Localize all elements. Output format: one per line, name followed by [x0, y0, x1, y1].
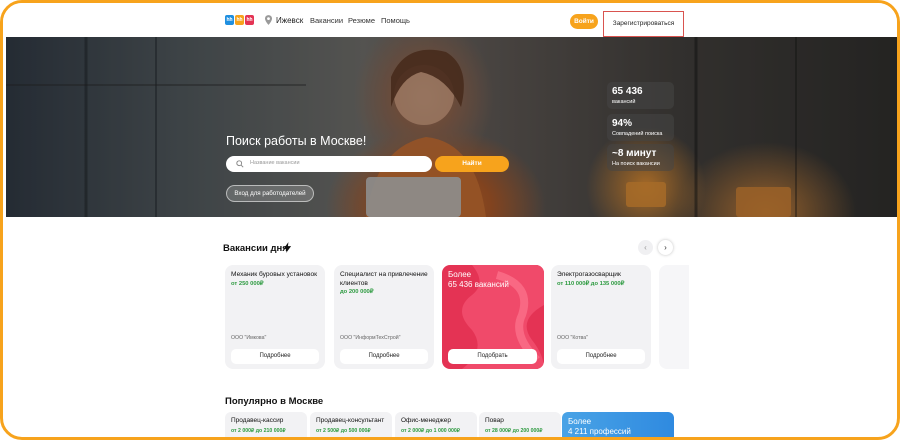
hero-overlay — [6, 37, 897, 217]
popular-item[interactable]: Повар от 28 000₽ до 200 000₽ — [479, 412, 561, 437]
hero-title: Поиск работы в Москве! — [226, 134, 367, 148]
search-icon — [236, 160, 244, 168]
vacancies-promo-card[interactable]: Более 65 436 вакансий Подобрать — [442, 265, 544, 369]
vacancy-details-button[interactable]: Подробнее — [231, 349, 319, 364]
vacancy-salary: до 200 000₽ — [340, 289, 374, 295]
vacancy-details-button[interactable]: Подробнее — [340, 349, 428, 364]
stat-label: вакансий — [612, 99, 636, 105]
vacancy-card[interactable]: Электрогазосварщик от 110 000₽ до 135 00… — [551, 265, 651, 369]
search-input[interactable]: Название вакансии — [226, 156, 432, 172]
stat-value: 65 436 — [612, 86, 643, 97]
popular-item-salary: от 2 500₽ до 500 000₽ — [316, 428, 371, 434]
nav-resume[interactable]: Резюме — [348, 16, 375, 25]
popular-item[interactable]: Продавец-консультант от 2 500₽ до 500 00… — [310, 412, 392, 437]
header: hh hh hh Ижевск Вакансии Резюме Помощь В… — [3, 3, 897, 37]
login-button[interactable]: Войти — [570, 14, 598, 29]
stat-value: 94% — [612, 118, 633, 129]
carousel-prev-button[interactable]: ‹ — [638, 240, 653, 255]
vacancy-details-button[interactable]: Подробнее — [557, 349, 645, 364]
promo-line-1: Более — [448, 270, 472, 279]
stat-value: ~8 минут — [612, 148, 657, 159]
stat-vacancies: 65 436 вакансий — [607, 82, 674, 109]
promo-line-2: 65 436 вакансий — [448, 280, 509, 289]
vacancy-salary: от 250 000₽ — [231, 281, 264, 287]
promo-text: Более 4 211 профессий — [568, 417, 631, 437]
vacancy-company: ООО "Котва" — [557, 335, 588, 341]
popular-item-title: Повар — [485, 417, 504, 424]
stat-match: 94% Совпадений поиска — [607, 114, 674, 141]
find-button[interactable]: Найти — [435, 156, 509, 172]
stat-label: Совпадений поиска — [612, 131, 663, 137]
employers-login-button[interactable]: Вход для работодателей — [226, 185, 314, 202]
city-selector[interactable]: Ижевск — [276, 16, 303, 25]
search-placeholder: Название вакансии — [250, 160, 300, 166]
vacancies-of-day-title: Вакансии дня — [223, 243, 288, 254]
professions-promo-card[interactable]: Более 4 211 профессий — [562, 412, 674, 437]
popular-item-title: Продавец-консультант — [316, 417, 385, 424]
vacancy-salary: от 110 000₽ до 135 000₽ — [557, 281, 625, 287]
vacancy-company: ООО "Имкова" — [231, 335, 267, 341]
stat-label: На поиск вакансии — [612, 161, 660, 167]
stat-time: ~8 минут На поиск вакансии — [607, 144, 674, 171]
popular-item[interactable]: Продавец-кассир от 2 000₽ до 210 000₽ — [225, 412, 307, 437]
vacancy-company: ООО "ИнформТехСтрой" — [340, 335, 401, 341]
popular-item-salary: от 2 000₽ до 210 000₽ — [231, 428, 286, 434]
logo[interactable]: hh hh hh — [225, 15, 254, 25]
lightning-icon — [283, 242, 292, 253]
carousel-next-button[interactable]: › — [658, 240, 673, 255]
popular-item-salary: от 28 000₽ до 200 000₽ — [485, 428, 543, 434]
popular-item-title: Офис-менеджер — [401, 417, 451, 424]
logo-letter: hh — [235, 15, 244, 25]
promo-line-2: 4 211 профессий — [568, 427, 631, 436]
vacancy-card[interactable]: Специалист на привлечение клиентов до 20… — [334, 265, 434, 369]
vacancy-card-partial[interactable] — [659, 265, 689, 369]
popular-title: Популярно в Москве — [225, 396, 324, 407]
vacancy-title: Механик буровых установок — [231, 271, 318, 278]
vacancy-title: Электрогазосварщик — [557, 271, 621, 278]
popular-item-title: Продавец-кассир — [231, 417, 284, 424]
pick-button[interactable]: Подобрать — [448, 349, 537, 364]
popular-item-salary: от 2 000₽ до 1 000 000₽ — [401, 428, 461, 434]
logo-letter: hh — [225, 15, 234, 25]
promo-line-1: Более — [568, 417, 592, 426]
nav-vacancies[interactable]: Вакансии — [310, 16, 343, 25]
nav-help[interactable]: Помощь — [381, 16, 410, 25]
browser-frame: hh hh hh Ижевск Вакансии Резюме Помощь В… — [0, 0, 900, 440]
location-pin-icon — [265, 15, 272, 25]
vacancy-title: Специалист на привлечение клиентов — [340, 271, 428, 287]
popular-item[interactable]: Офис-менеджер от 2 000₽ до 1 000 000₽ — [395, 412, 477, 437]
promo-text: Более 65 436 вакансий — [448, 270, 509, 290]
hero-banner: Поиск работы в Москве! Название вакансии… — [6, 37, 897, 217]
vacancy-card[interactable]: Механик буровых установок от 250 000₽ ОО… — [225, 265, 325, 369]
logo-letter: hh — [245, 15, 254, 25]
register-button[interactable]: Зарегистрироваться — [603, 11, 684, 37]
